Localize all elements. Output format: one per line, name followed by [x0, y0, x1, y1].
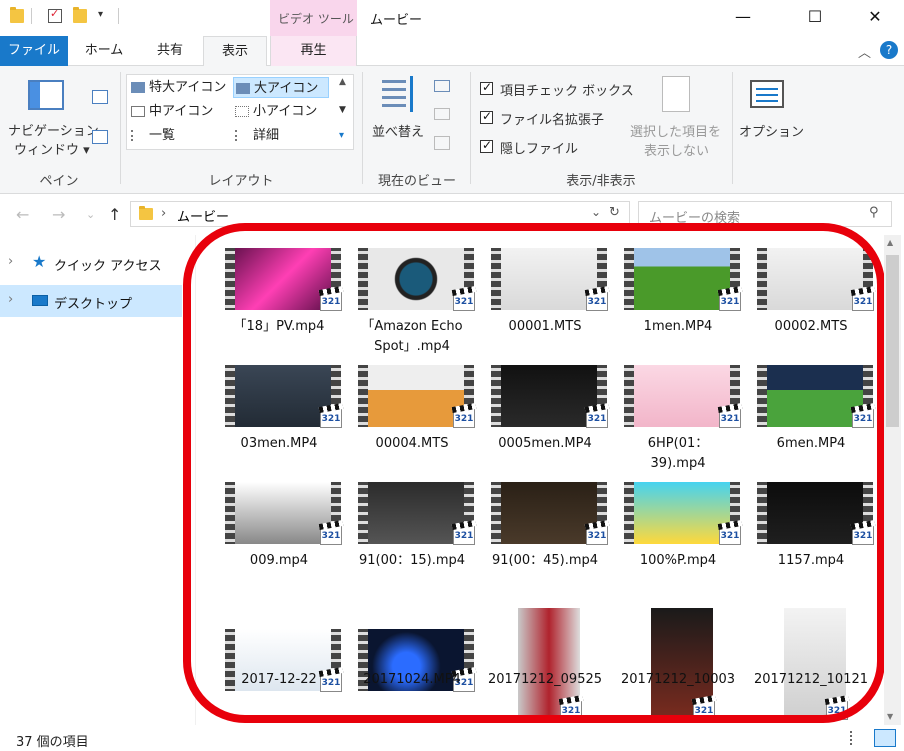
layout-gallery: 特大アイコン 大アイコン 中アイコン 小アイコン 一覧 詳細 ▲ ▼ ▾	[126, 74, 354, 150]
hide-selected-label: 選択した項目を	[630, 125, 722, 140]
layout-details[interactable]: 詳細	[233, 125, 329, 146]
folder-icon	[10, 7, 24, 23]
sort-by-icon[interactable]	[380, 76, 416, 112]
folder-icon	[139, 206, 153, 220]
close-button[interactable]: ✕	[852, 0, 898, 34]
nav-item-quick-access[interactable]: › ★ クイック アクセス	[0, 247, 182, 279]
item-checkboxes-label[interactable]: 項目チェック ボックス	[500, 80, 634, 99]
minimize-button[interactable]: —	[720, 0, 766, 34]
scroll-up-icon[interactable]: ▲	[887, 238, 893, 247]
ribbon: ナビゲーション ウィンドウ ▾ ペイン 特大アイコン 大アイコン 中アイコン 小…	[0, 66, 904, 194]
pane-group-title: ペイン	[39, 174, 79, 189]
size-columns-icon	[434, 136, 450, 150]
recent-locations-icon[interactable]: ⌄	[86, 208, 95, 221]
navigation-pane-label[interactable]: ナビゲーション	[8, 120, 99, 139]
navigation-pane-label-2[interactable]: ウィンドウ ▾	[14, 139, 90, 158]
tab-playback[interactable]: 再生	[270, 36, 357, 66]
hidden-files-label[interactable]: 隠しファイル	[500, 138, 578, 157]
layout-extra-large-icons[interactable]: 特大アイコン	[129, 77, 233, 98]
large-icons-view-icon[interactable]	[874, 729, 896, 747]
item-count: 37 個の項目	[16, 735, 89, 750]
highlight-frame	[183, 223, 885, 723]
file-extensions-checkbox[interactable]	[480, 109, 493, 124]
divider	[118, 8, 119, 24]
back-icon[interactable]: ←	[16, 205, 29, 224]
address-dropdown-icon[interactable]: ⌄	[591, 205, 601, 219]
layout-medium-icons[interactable]: 中アイコン	[129, 101, 233, 122]
window-title: ムービー	[370, 13, 423, 28]
refresh-icon[interactable]: ↻	[609, 205, 620, 220]
nav-item-desktop[interactable]: › デスクトップ	[0, 285, 182, 317]
item-checkboxes-checkbox[interactable]	[480, 80, 493, 95]
context-tab-label: ビデオ ツール	[278, 12, 354, 26]
up-icon[interactable]: ↑	[108, 205, 121, 224]
preview-pane-icon[interactable]	[92, 90, 108, 104]
tab-file[interactable]: ファイル	[0, 36, 68, 66]
show-hide-title: 表示/非表示	[566, 174, 636, 189]
desktop-icon	[32, 295, 48, 306]
tab-home[interactable]: ホーム	[78, 36, 130, 66]
gallery-down-icon[interactable]: ▼	[339, 105, 346, 115]
forward-icon[interactable]: →	[52, 205, 65, 224]
star-icon: ★	[32, 252, 47, 271]
layout-large-icons[interactable]: 大アイコン	[233, 77, 329, 98]
collapse-ribbon-icon[interactable]: ︿	[858, 42, 871, 61]
ribbon-tabs: ファイル ホーム 共有 表示 再生 ︿ ?	[0, 36, 904, 67]
scrollbar-thumb[interactable]	[886, 255, 899, 427]
status-bar: 37 個の項目	[0, 726, 904, 751]
new-folder-icon[interactable]	[73, 7, 87, 23]
navigation-pane-icon[interactable]	[28, 80, 64, 110]
details-view-icon[interactable]	[850, 731, 866, 745]
divider	[362, 72, 363, 184]
current-view-title: 現在のビュー	[377, 174, 456, 189]
nav-item-label: クイック アクセス	[54, 259, 162, 274]
hide-selected-label-2: 表示しない	[644, 144, 710, 159]
divider	[31, 8, 32, 24]
divider	[732, 72, 733, 184]
nav-item-label: デスクトップ	[54, 297, 133, 312]
group-by-icon[interactable]	[434, 80, 450, 92]
breadcrumb[interactable]: ムービー	[177, 206, 229, 225]
divider	[470, 72, 471, 184]
maximize-button[interactable]: ☐	[792, 0, 838, 34]
tab-view[interactable]: 表示	[203, 36, 267, 67]
layout-list[interactable]: 一覧	[129, 125, 233, 146]
gallery-up-icon[interactable]: ▲	[339, 77, 346, 87]
scroll-down-icon[interactable]: ▼	[887, 712, 893, 721]
layout-small-icons[interactable]: 小アイコン	[233, 101, 329, 122]
properties-icon[interactable]	[48, 7, 62, 23]
add-columns-icon	[434, 108, 450, 120]
hide-selected-icon	[662, 76, 690, 112]
title-bar: ▾	[0, 0, 904, 36]
sort-by-label[interactable]: 並べ替え	[372, 121, 424, 140]
tab-share[interactable]: 共有	[140, 36, 200, 66]
options-label[interactable]: オプション	[739, 121, 804, 140]
chevron-right-icon[interactable]: ›	[8, 292, 13, 307]
search-icon[interactable]: ⚲	[869, 205, 879, 220]
file-extensions-label[interactable]: ファイル名拡張子	[500, 109, 604, 128]
layout-group-title: レイアウト	[208, 174, 274, 189]
context-tab-header: ビデオ ツール	[270, 0, 357, 36]
navigation-pane: › ★ クイック アクセス › デスクトップ	[0, 235, 196, 725]
hidden-files-checkbox[interactable]	[480, 138, 493, 153]
details-pane-icon[interactable]	[92, 130, 108, 144]
qat-dropdown-icon[interactable]: ▾	[98, 9, 103, 20]
options-icon[interactable]	[750, 80, 784, 108]
gallery-more-icon[interactable]: ▾	[339, 130, 344, 141]
chevron-right-icon[interactable]: ›	[8, 254, 13, 269]
breadcrumb-separator-icon: ›	[161, 206, 167, 221]
help-icon[interactable]: ?	[880, 41, 898, 59]
divider	[120, 72, 121, 184]
